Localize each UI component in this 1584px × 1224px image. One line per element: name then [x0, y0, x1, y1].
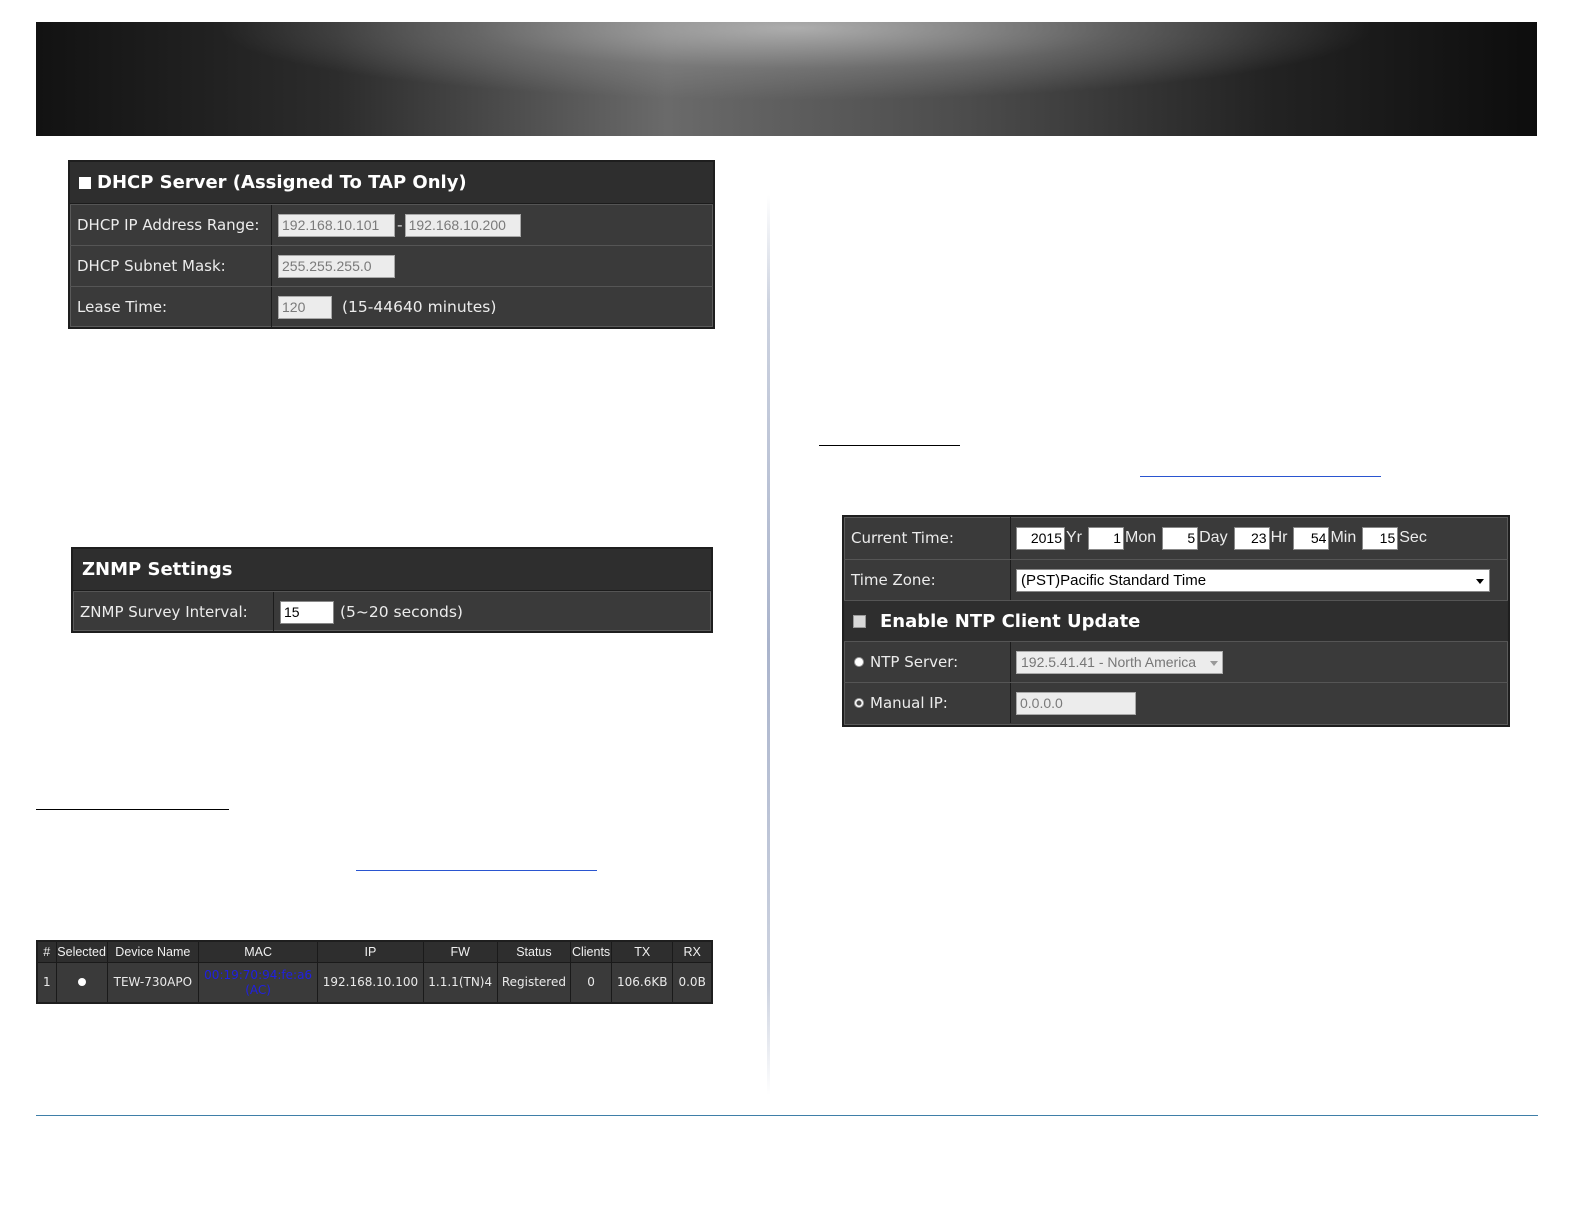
month-unit: Mon [1125, 529, 1157, 546]
day-input[interactable]: 5 [1162, 526, 1199, 550]
znmp-interval-hint: (5~20 seconds) [340, 603, 463, 621]
ntp-server-select[interactable]: 192.5.41.41 - North America [1016, 650, 1223, 674]
table-row[interactable]: 1 TEW-730APO 00:19:70:94:fe:a6 (AC) 192.… [36, 962, 713, 1004]
range-separator: - [397, 216, 403, 234]
column-header: Status [496, 940, 572, 963]
znmp-panel-header: ZNMP Settings [73, 549, 711, 591]
hour-input[interactable]: 23 [1233, 526, 1270, 550]
header-banner [36, 22, 1537, 136]
ntp-server-radio[interactable] [854, 657, 864, 667]
minute-input[interactable]: 54 [1293, 526, 1330, 550]
ntp-section-title: Enable NTP Client Update [880, 610, 1141, 632]
dhcp-range-label: DHCP IP Address Range: [70, 205, 272, 245]
second-unit: Sec [1399, 529, 1427, 546]
manual-ip-radio[interactable] [854, 698, 864, 708]
ip-cell: 192.168.10.100 [317, 962, 424, 1004]
dhcp-range-end-input[interactable]: 192.168.10.200 [404, 213, 521, 237]
time-settings-panel: Current Time: 2015 Yr 1 Mon 5 Day 23 Hr … [842, 515, 1510, 727]
time-zone-select[interactable]: (PST)Pacific Standard Time [1016, 568, 1490, 592]
section-heading-underline [819, 445, 960, 446]
dhcp-subnet-mask-input[interactable]: 255.255.255.0 [278, 254, 395, 278]
lease-time-hint: (15-44640 minutes) [342, 298, 497, 316]
device-name-cell: TEW-730APO [106, 962, 199, 1004]
mac-address: 00:19:70:94:fe:a6 [204, 967, 313, 982]
column-header: Clients [570, 940, 613, 963]
column-header: Device Name [106, 940, 199, 963]
column-divider [767, 195, 770, 1095]
znmp-panel-title: ZNMP Settings [82, 559, 233, 580]
chevron-down-icon [1210, 660, 1218, 666]
column-header: Selected [55, 940, 108, 963]
row-select-radio[interactable] [55, 962, 108, 1004]
month-input[interactable]: 1 [1088, 526, 1124, 550]
dhcp-panel-header: DHCP Server (Assigned To TAP Only) [70, 162, 713, 204]
dhcp-server-panel: DHCP Server (Assigned To TAP Only) DHCP … [68, 160, 715, 329]
mac-cell[interactable]: 00:19:70:94:fe:a6 (AC) [197, 962, 319, 1004]
time-zone-value: (PST)Pacific Standard Time [1021, 571, 1207, 589]
hour-unit: Hr [1270, 529, 1288, 546]
rx-cell: 0.0B [672, 962, 713, 1004]
status-cell: Registered [496, 962, 572, 1004]
table-header-row: # Selected Device Name MAC IP FW Status … [36, 940, 713, 963]
ntp-server-value: 192.5.41.41 - North America [1021, 654, 1197, 670]
time-zone-label: Time Zone: [844, 560, 1011, 600]
reference-link[interactable] [356, 870, 597, 871]
manual-ip-label: Manual IP: [870, 694, 948, 712]
footer-rule [36, 1115, 1538, 1116]
year-unit: Yr [1066, 529, 1082, 546]
lease-time-input[interactable]: 120 [278, 295, 332, 319]
tx-cell: 106.6KB [611, 962, 674, 1004]
second-input[interactable]: 15 [1362, 526, 1399, 550]
znmp-settings-panel: ZNMP Settings ZNMP Survey Interval: 15 (… [71, 547, 713, 633]
znmp-interval-label: ZNMP Survey Interval: [73, 592, 274, 632]
device-table: # Selected Device Name MAC IP FW Status … [36, 940, 713, 1004]
fw-cell: 1.1.1(TN)4 [422, 962, 498, 1004]
column-header: RX [672, 940, 713, 963]
chevron-down-icon [1476, 578, 1484, 584]
year-input[interactable]: 2015 [1016, 526, 1065, 550]
mac-note: (AC) [245, 982, 271, 997]
dhcp-range-start-input[interactable]: 192.168.10.101 [278, 213, 395, 237]
column-header: TX [611, 940, 674, 963]
row-number: 1 [36, 962, 57, 1004]
column-header: IP [317, 940, 424, 963]
dhcp-panel-title: DHCP Server (Assigned To TAP Only) [97, 172, 467, 193]
ntp-enable-checkbox[interactable] [853, 614, 866, 628]
lease-time-label: Lease Time: [70, 287, 272, 327]
column-header: # [36, 940, 57, 963]
znmp-interval-input[interactable]: 15 [280, 600, 334, 624]
ntp-server-label: NTP Server: [870, 653, 959, 671]
selected-dot-icon [77, 978, 86, 986]
day-unit: Day [1199, 529, 1228, 546]
section-heading-underline [36, 809, 229, 810]
current-time-label: Current Time: [844, 517, 1011, 559]
minute-unit: Min [1330, 529, 1357, 546]
reference-link[interactable] [1140, 476, 1381, 477]
column-header: MAC [197, 940, 319, 963]
dhcp-mask-label: DHCP Subnet Mask: [70, 246, 272, 286]
bullet-square-icon [79, 176, 91, 189]
manual-ip-input[interactable]: 0.0.0.0 [1016, 691, 1136, 715]
clients-cell: 0 [570, 962, 613, 1004]
column-header: FW [422, 940, 498, 963]
